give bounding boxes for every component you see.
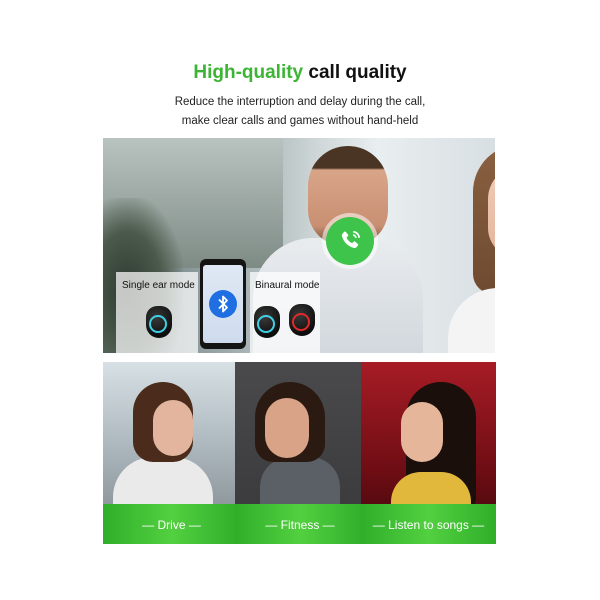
driver-face (153, 400, 193, 456)
athlete-face (265, 398, 309, 458)
binaural-mode-label: Binaural mode (255, 280, 320, 291)
headline: High-quality call quality (0, 62, 600, 84)
single-earbud (146, 306, 172, 338)
fitness-photo: — Fitness — (235, 362, 365, 544)
music-caption: — Listen to songs — (372, 518, 485, 532)
subtitle-line-2: make clear calls and games without hand-… (181, 115, 419, 127)
single-ear-mode-label: Single ear mode (122, 280, 195, 291)
phone-handset-icon (326, 217, 374, 265)
drive-caption: — Drive — (142, 518, 201, 532)
subtitle-line-1: Reduce the interruption and delay during… (174, 96, 426, 108)
binaural-earbud-right (289, 304, 315, 336)
woman-sweater (448, 288, 495, 353)
listener-face (401, 402, 443, 462)
drive-photo: — Drive — (103, 362, 240, 544)
bluetooth-icon (209, 290, 237, 318)
headline-rest: call quality (303, 62, 407, 83)
binaural-earbud-left (254, 306, 280, 338)
headline-highlight: High-quality (193, 62, 304, 83)
fitness-caption: — Fitness — (265, 518, 335, 532)
music-photo: — Listen to songs — (361, 362, 496, 544)
